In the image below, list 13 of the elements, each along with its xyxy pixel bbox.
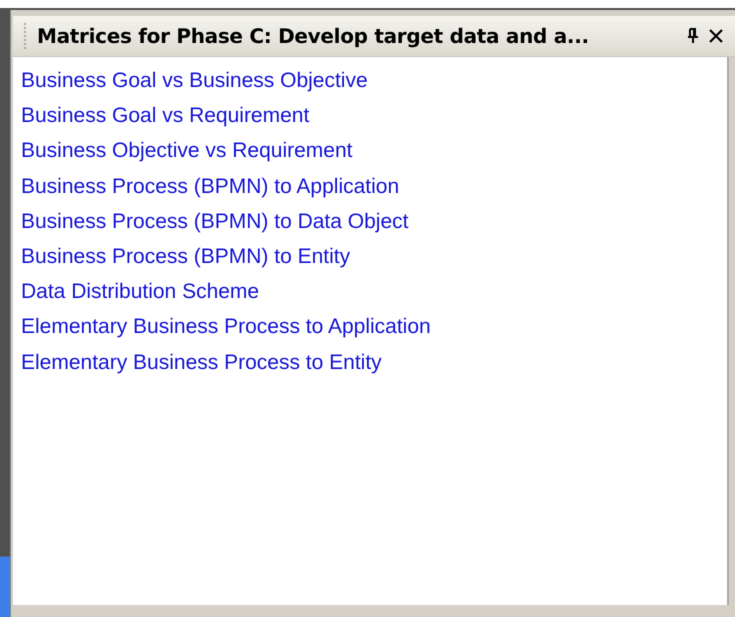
matrix-link[interactable]: Business Process (BPMN) to Entity (21, 239, 350, 274)
matrix-link[interactable]: Business Goal vs Business Objective (21, 63, 368, 98)
matrix-link[interactable]: Business Process (BPMN) to Application (21, 168, 400, 204)
matrix-link[interactable]: Business Goal vs Requirement (21, 98, 310, 134)
matrix-link[interactable]: Business Objective vs Requirement (21, 133, 352, 169)
close-icon[interactable] (709, 29, 723, 43)
matrix-link[interactable]: Elementary Business Process to Application (21, 309, 431, 345)
matrix-link[interactable]: Elementary Business Process to Entity (21, 344, 382, 380)
panel-title: Matrices for Phase C: Develop target data and a... (37, 24, 590, 48)
matrix-link[interactable]: Business Process (BPMN) to Data Object (21, 204, 408, 240)
matrix-link[interactable]: Data Distribution Scheme (21, 274, 260, 310)
grip-icon[interactable] (23, 23, 27, 49)
pin-icon[interactable] (687, 28, 699, 44)
